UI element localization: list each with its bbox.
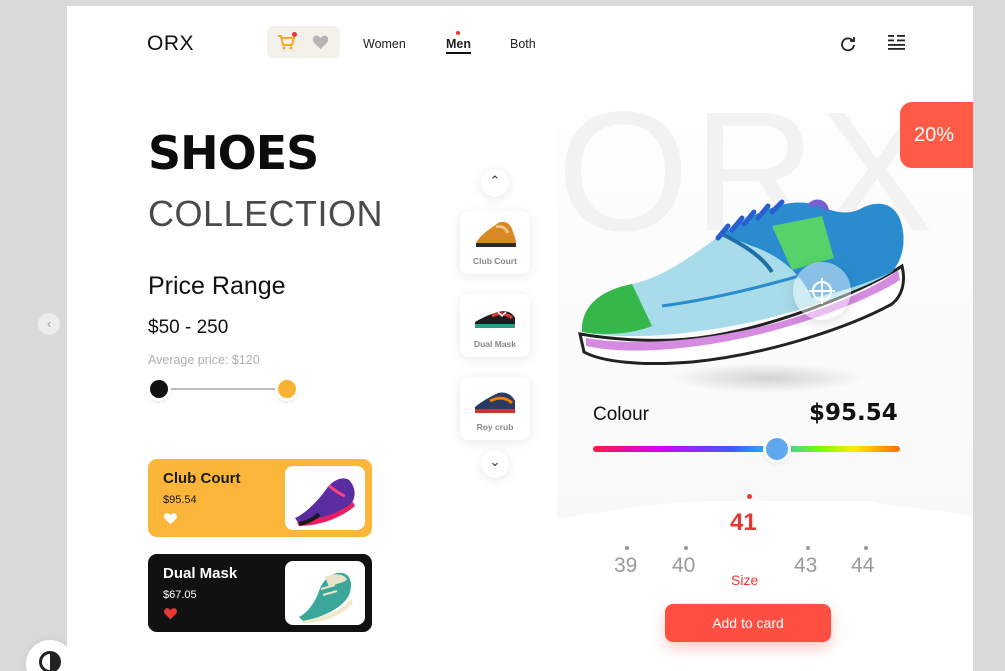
- rail-item-label: Club Court: [473, 256, 517, 266]
- size-picker-background: [557, 501, 973, 671]
- size-option-40[interactable]: 40: [672, 554, 695, 578]
- size-option-44[interactable]: 44: [851, 554, 874, 578]
- colour-slider-track[interactable]: [593, 446, 900, 452]
- prev-page-arrow[interactable]: ‹: [38, 313, 60, 335]
- page-canvas: ORX ORX Women Men Both SHOES COLLECTION …: [67, 6, 973, 671]
- heart-icon[interactable]: [163, 512, 178, 525]
- page-title: SHOES: [148, 126, 319, 180]
- average-price: Average price: $120: [148, 353, 260, 367]
- shoe-image: [295, 478, 355, 526]
- price-range-heading: Price Range: [148, 272, 286, 300]
- card-price: $67.05: [163, 589, 197, 601]
- card-name: Dual Mask: [163, 565, 238, 582]
- heart-icon[interactable]: [312, 34, 329, 50]
- price-range-value: $50 - 250: [148, 317, 229, 338]
- rail-item-dual-mask[interactable]: Dual Mask: [460, 294, 530, 357]
- hero-shoe-image: [578, 199, 906, 366]
- card-name: Club Court: [163, 470, 241, 487]
- size-dot: [625, 546, 629, 550]
- cart-badge-dot: [292, 32, 297, 37]
- size-dot: [806, 546, 810, 550]
- card-thumbnail: [285, 561, 365, 625]
- shoe-image: [476, 221, 516, 247]
- shoe-image: [475, 392, 515, 413]
- menu-icon[interactable]: [888, 34, 905, 50]
- page-subtitle: COLLECTION: [148, 193, 384, 234]
- discount-badge: 20%: [900, 102, 973, 168]
- nav-both[interactable]: Both: [510, 37, 536, 51]
- nav-active-dot: [456, 31, 460, 35]
- heart-icon[interactable]: [163, 607, 178, 620]
- product-card-dual-mask[interactable]: Dual Mask $67.05: [148, 554, 372, 632]
- product-card-club-court[interactable]: Club Court $95.54: [148, 459, 372, 537]
- price-max-handle[interactable]: [278, 380, 296, 398]
- product-price: $95.54: [809, 400, 898, 426]
- rail-scroll-down-button[interactable]: ⌄: [481, 450, 509, 478]
- card-thumbnail: [285, 466, 365, 530]
- nav-women[interactable]: Women: [363, 37, 406, 51]
- rail-item-label: Dual Mask: [473, 339, 517, 349]
- rail-item-roy-crub[interactable]: Roy crub: [460, 377, 530, 440]
- price-min-handle[interactable]: [150, 380, 168, 398]
- brand-logo[interactable]: ORX: [147, 32, 194, 56]
- nav-men[interactable]: Men: [446, 37, 471, 54]
- shoe-image: [299, 572, 353, 623]
- price-range-track: [159, 388, 285, 390]
- refresh-icon[interactable]: [840, 36, 856, 52]
- size-option-39[interactable]: 39: [614, 554, 637, 578]
- add-to-card-button[interactable]: Add to card: [665, 604, 831, 642]
- contrast-icon: [39, 651, 61, 671]
- size-dot: [864, 546, 868, 550]
- card-price: $95.54: [163, 494, 197, 506]
- size-option-43[interactable]: 43: [794, 554, 817, 578]
- shoe-image: [475, 311, 515, 328]
- size-label: Size: [731, 572, 759, 588]
- size-selected-dot: [747, 494, 752, 499]
- crosshair-icon: [809, 278, 835, 304]
- size-dot: [684, 546, 688, 550]
- rail-scroll-up-button[interactable]: ⌃: [481, 169, 509, 197]
- rail-item-label: Roy crub: [476, 422, 514, 432]
- colour-label: Colour: [593, 404, 649, 425]
- focus-target-button[interactable]: [793, 262, 851, 320]
- header-icon-group: [267, 26, 340, 58]
- size-option-41-selected[interactable]: 41: [730, 509, 757, 537]
- rail-item-club-court[interactable]: Club Court: [460, 211, 530, 274]
